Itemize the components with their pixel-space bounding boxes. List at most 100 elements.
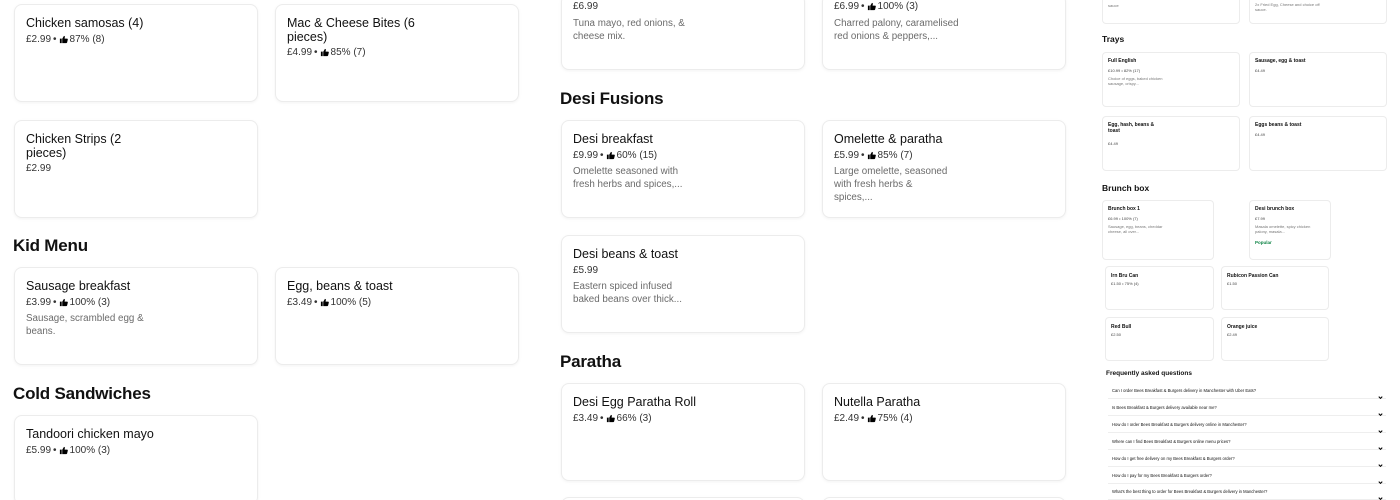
item-price: £2.49 <box>834 413 860 424</box>
chevron-down-icon <box>1377 422 1384 434</box>
menu-item-card[interactable]: Nutella Paratha £2.49 • 75% (4) <box>822 383 1066 481</box>
menu-item-card[interactable]: Chicken samosas (4) £2.99 • 87% (8) <box>14 4 258 102</box>
item-title: Red Bull <box>1111 324 1132 330</box>
item-title: Desi breakfast <box>573 132 653 146</box>
faq-question: Where can I find Bees Breakfast & Burger… <box>1112 439 1231 444</box>
item-meta: £2.49 • 75% (4) <box>834 413 913 424</box>
faq-item[interactable]: Where can I find Bees Breakfast & Burger… <box>1108 436 1386 451</box>
item-price: £4.99 <box>287 47 313 58</box>
thumbs-up-icon <box>606 414 615 423</box>
item-description: Omelette seasoned with fresh herbs and s… <box>573 166 683 190</box>
item-title: Irn Bru Can <box>1111 273 1139 279</box>
item-description: Masala omelette, spicy chicken palony, m… <box>1255 224 1311 234</box>
item-meta: £2.99 • 87% (8) <box>26 34 105 45</box>
menu-item-card[interactable]: Desi beans & toast £5.99 Eastern spiced … <box>561 235 805 333</box>
item-meta: £2.50 <box>1111 332 1122 337</box>
mini-item-card[interactable]: Eggs beans & toast £4.49 <box>1249 116 1387 171</box>
mini-item-card[interactable]: Sausage, egg & toast £4.49 <box>1249 52 1387 107</box>
item-title: Egg, beans & toast <box>287 279 393 293</box>
item-meta: £1.50 <box>1227 281 1238 286</box>
item-price: £3.49 <box>573 413 599 424</box>
item-rating: 100% (3) <box>877 1 919 12</box>
section-heading-kid-menu: Kid Menu <box>13 236 88 255</box>
faq-item[interactable]: What's the best thing to order for Bees … <box>1108 486 1386 500</box>
menu-item-card[interactable]: Omelette & paratha £5.99 • 85% (7) Large … <box>822 120 1066 218</box>
chevron-down-icon <box>1377 456 1384 468</box>
mini-item-card[interactable]: Egg, hash, beans & toast £4.49 <box>1102 116 1240 171</box>
item-description: Choice of eggs, baked chicken sausage, c… <box>1108 76 1163 86</box>
menu-item-card[interactable]: Chicken Strips (2 pieces) £2.99 <box>14 120 258 218</box>
item-meta: £5.99 <box>573 265 598 276</box>
popular-badge: Popular <box>1255 240 1272 245</box>
item-meta: £4.49 <box>1108 141 1119 146</box>
mini-item-card[interactable]: sauce <box>1102 0 1240 24</box>
item-title: Brunch box 1 <box>1108 206 1140 212</box>
item-price: £5.99 <box>834 150 860 161</box>
chevron-down-icon <box>1377 473 1384 485</box>
item-meta: £10.99 • 82% (17) <box>1108 68 1141 73</box>
faq-item[interactable]: How do I get free delivery on my Bees Br… <box>1108 453 1386 468</box>
item-title: Chicken Strips (2 pieces) <box>26 132 122 160</box>
mini-item-card[interactable]: Rubicon Passion Can £1.50 <box>1221 266 1329 310</box>
mini-item-card[interactable]: Desi brunch box £7.99 Masala omelette, s… <box>1249 200 1331 260</box>
item-rating: 100% (5) <box>330 297 372 308</box>
item-rating: 75% (4) <box>877 413 913 424</box>
item-description: sauce <box>1108 3 1119 8</box>
item-meta: £6.99 • 100% (3) <box>834 1 919 12</box>
mini-item-card[interactable]: Orange juice £2.49 <box>1221 317 1329 361</box>
chevron-down-icon <box>1377 439 1384 451</box>
section-heading-cold-sandwiches: Cold Sandwiches <box>13 384 151 403</box>
item-meta: £7.99 <box>1255 216 1266 221</box>
chevron-down-icon <box>1377 388 1384 400</box>
item-description: Sausage, scrambled egg & beans. <box>26 313 144 337</box>
item-meta: £3.49 • 66% (3) <box>573 413 652 424</box>
menu-item-card[interactable]: Tandoori chicken mayo £5.99 • 100% (3) <box>14 415 258 500</box>
item-rating: 87% (8) <box>69 34 105 45</box>
faq-item[interactable]: Can I order Bees Breakfast & Burgers del… <box>1108 385 1386 400</box>
thumbs-up-icon <box>320 298 329 307</box>
item-meta: £2.49 <box>1227 332 1238 337</box>
mini-item-card[interactable]: Irn Bru Can £1.50 • 75% (4) <box>1105 266 1214 310</box>
faq-item[interactable]: Is Bees Breakfast & Burgers delivery ava… <box>1108 402 1386 417</box>
mini-item-card[interactable]: Brunch box 1 £6.99 • 100% (7) Sausage, e… <box>1102 200 1214 260</box>
faq-heading: Frequently asked questions <box>1106 370 1192 377</box>
item-title: Tandoori chicken mayo <box>26 427 154 441</box>
menu-item-card[interactable]: £6.99 • 100% (3) Charred palony, carameli… <box>822 0 1066 70</box>
item-title: Desi Egg Paratha Roll <box>573 395 696 409</box>
item-rating: 66% (3) <box>616 413 652 424</box>
mini-item-card[interactable]: Full English £10.99 • 82% (17) Choice of… <box>1102 52 1240 107</box>
thumbs-up-icon <box>867 151 876 160</box>
faq-item[interactable]: How do I pay for my Bees Breakfast & Bur… <box>1108 470 1386 485</box>
item-rating: 85% (7) <box>877 150 913 161</box>
item-description: 2x Fried Egg, Cheese and choice off sauc… <box>1255 2 1320 12</box>
faq-question: Can I order Bees Breakfast & Burgers del… <box>1112 388 1257 393</box>
item-meta: £9.99 • 60% (15) <box>573 150 658 161</box>
item-meta: £5.99 • 100% (3) <box>26 445 111 456</box>
chevron-down-icon <box>1377 489 1384 500</box>
mini-item-card[interactable]: 2x Fried Egg, Cheese and choice off sauc… <box>1249 0 1387 24</box>
item-meta: £1.50 • 75% (4) <box>1111 281 1139 286</box>
menu-item-card[interactable]: Egg, beans & toast £3.49 • 100% (5) <box>275 267 519 365</box>
item-price: £3.49 <box>287 297 313 308</box>
menu-item-card[interactable]: Sausage breakfast £3.99 • 100% (3) Sausag… <box>14 267 258 365</box>
menu-item-card[interactable]: Desi breakfast £9.99 • 60% (15) Omelette … <box>561 120 805 218</box>
item-title: Orange juice <box>1227 324 1258 330</box>
item-price: £3.99 <box>26 297 52 308</box>
mini-item-card[interactable]: Red Bull £2.50 <box>1105 317 1214 361</box>
menu-item-card[interactable]: Desi Egg Paratha Roll £3.49 • 66% (3) <box>561 383 805 481</box>
item-price: £6.99 <box>573 1 599 12</box>
item-price: £9.99 <box>573 150 599 161</box>
item-price: £5.99 <box>26 445 52 456</box>
item-title: Full English <box>1108 58 1137 64</box>
section-heading-brunch-box: Brunch box <box>1102 183 1150 193</box>
thumbs-up-icon <box>59 35 68 44</box>
faq-item[interactable]: How do I order Bees Breakfast & Burgers … <box>1108 419 1386 434</box>
section-heading-desi-fusions: Desi Fusions <box>560 89 664 108</box>
item-title: Egg, hash, beans & toast <box>1108 122 1155 134</box>
thumbs-up-icon <box>320 48 329 57</box>
item-title: Desi beans & toast <box>573 247 678 261</box>
item-meta: £4.99 • 85% (7) <box>287 47 366 58</box>
menu-item-card[interactable]: Mac & Cheese Bites (6 pieces) £4.99 • 85%… <box>275 4 519 102</box>
menu-item-card[interactable]: £6.99 Tuna mayo, red onions, & cheese mi… <box>561 0 805 70</box>
item-meta: £3.99 • 100% (3) <box>26 297 111 308</box>
